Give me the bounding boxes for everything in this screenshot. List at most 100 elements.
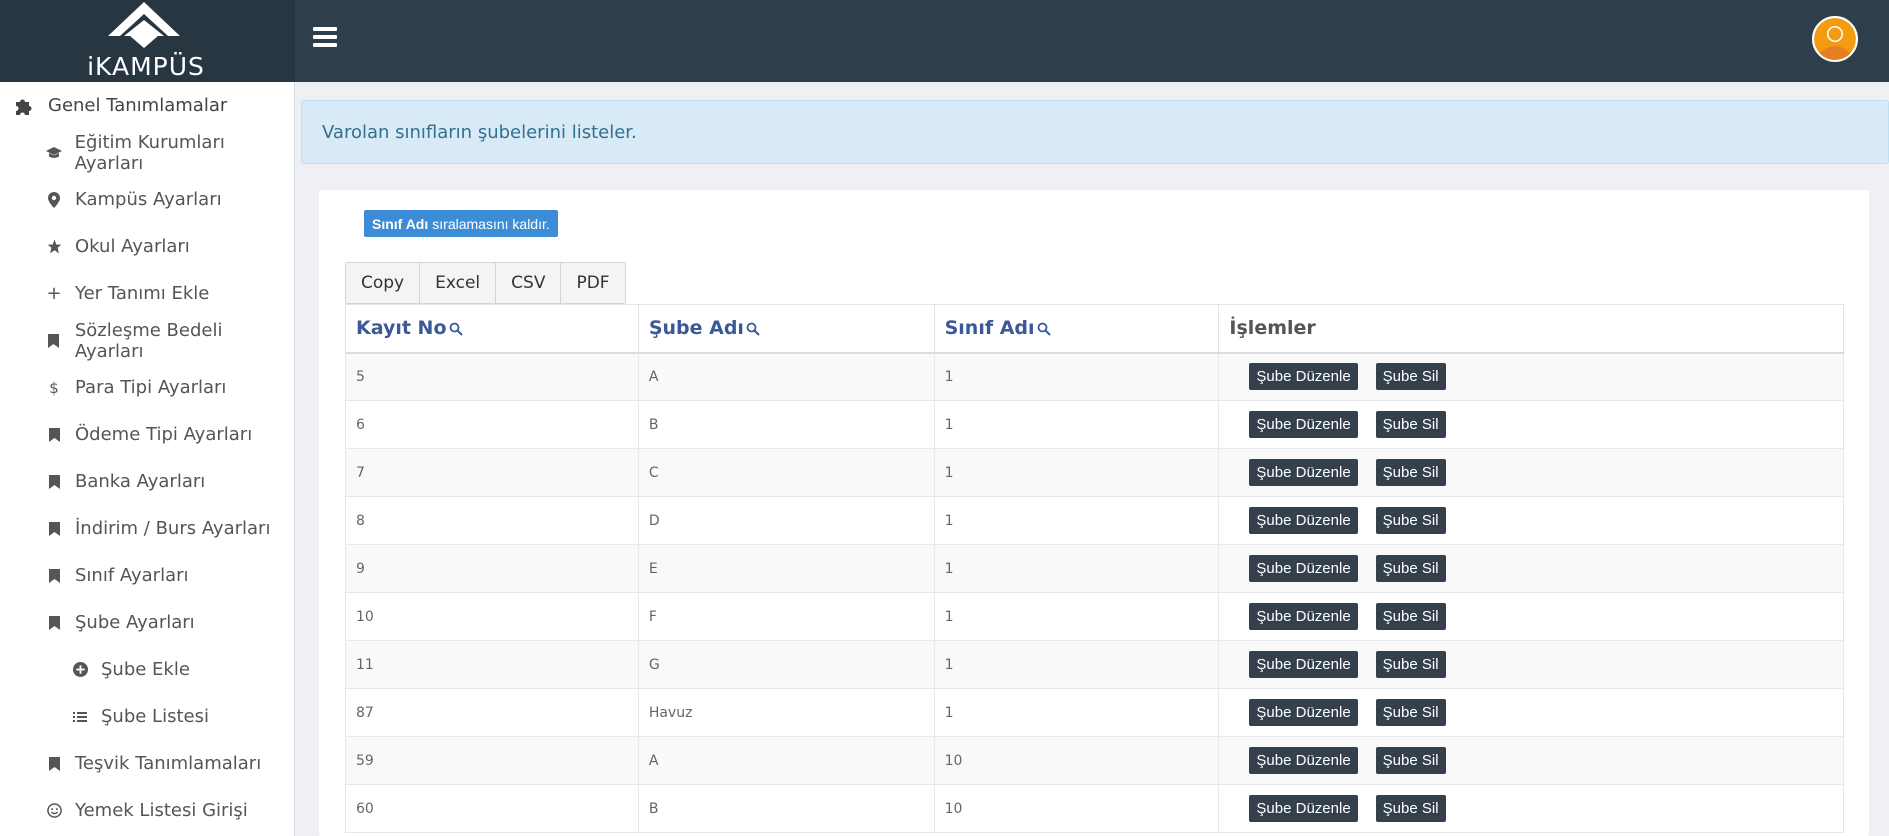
sidebar-item-label: Şube Ekle (101, 659, 190, 680)
dollar-icon: $ (49, 378, 59, 397)
bookmark-icon (45, 332, 63, 350)
bookmark-icon (45, 614, 63, 632)
column-header-kayit-no[interactable]: Kayıt No (345, 304, 639, 354)
sidebar-item-okul[interactable]: Okul Ayarları (0, 223, 295, 270)
cell-sube-adi: B (637, 784, 935, 833)
search-icon[interactable] (1037, 322, 1051, 336)
sidebar-item-sube[interactable]: Şube Ayarları (0, 599, 295, 646)
sidebar-item-tesvik[interactable]: Teşvik Tanımlamaları (0, 740, 295, 787)
menu-toggle-icon[interactable] (313, 27, 337, 49)
table-row: 6 B 1 Şube Düzenle Şube Sil (345, 400, 1844, 449)
edit-sube-button[interactable]: Şube Düzenle (1249, 507, 1358, 534)
logo-icon (108, 2, 180, 48)
user-avatar[interactable] (1812, 16, 1858, 62)
edit-sube-button[interactable]: Şube Düzenle (1249, 651, 1358, 678)
cell-kayit-no: 10 (345, 592, 639, 641)
edit-sube-button[interactable]: Şube Düzenle (1249, 603, 1358, 630)
cell-islemler: Şube Düzenle Şube Sil (1218, 640, 1844, 689)
delete-sube-button[interactable]: Şube Sil (1375, 651, 1446, 678)
puzzle-icon (12, 94, 36, 118)
sidebar-item-egitim-kurumlari[interactable]: Eğitim Kurumları Ayarları (0, 129, 295, 176)
edit-sube-button[interactable]: Şube Düzenle (1249, 699, 1358, 726)
table-row: 60 B 10 Şube Düzenle Şube Sil (345, 784, 1844, 833)
edit-sube-button[interactable]: Şube Düzenle (1249, 795, 1358, 822)
table-row: 11 G 1 Şube Düzenle Şube Sil (345, 640, 1844, 689)
delete-sube-button[interactable]: Şube Sil (1375, 603, 1446, 630)
delete-sube-button[interactable]: Şube Sil (1375, 363, 1446, 391)
edit-sube-button[interactable]: Şube Düzenle (1249, 363, 1358, 391)
edit-sube-button[interactable]: Şube Düzenle (1249, 411, 1358, 438)
sidebar-section-genel-tanimlamalar[interactable]: Genel Tanımlamalar (0, 82, 295, 129)
table-row: 87 Havuz 1 Şube Düzenle Şube Sil (345, 688, 1844, 737)
sidebar-subitem-sube-ekle[interactable]: Şube Ekle (0, 646, 295, 693)
cell-sube-adi: A (637, 736, 935, 785)
csv-button[interactable]: CSV (496, 263, 562, 303)
sidebar-item-label: Şube Listesi (101, 706, 209, 727)
bookmark-icon (45, 567, 63, 585)
delete-sube-button[interactable]: Şube Sil (1375, 555, 1446, 582)
column-header-sinif-adi[interactable]: Sınıf Adı (933, 304, 1220, 354)
copy-button[interactable]: Copy (346, 263, 421, 303)
cell-sinif-adi: 1 (933, 352, 1220, 401)
cell-sinif-adi: 1 (933, 688, 1220, 737)
sidebar-item-kampus[interactable]: Kampüs Ayarları (0, 176, 295, 223)
cell-sinif-adi: 1 (933, 640, 1220, 689)
cell-sube-adi: Havuz (637, 688, 935, 737)
delete-sube-button[interactable]: Şube Sil (1375, 411, 1446, 438)
cell-sube-adi: F (637, 592, 935, 641)
column-header-islemler: İşlemler (1218, 304, 1844, 354)
cell-kayit-no: 5 (345, 352, 639, 401)
table-row: 8 D 1 Şube Düzenle Şube Sil (345, 496, 1844, 545)
cell-kayit-no: 87 (345, 688, 639, 737)
delete-sube-button[interactable]: Şube Sil (1375, 699, 1446, 726)
sidebar-item-label: Ödeme Tipi Ayarları (75, 424, 253, 445)
cell-sinif-adi: 10 (933, 736, 1220, 785)
sidebar-item-label: Teşvik Tanımlamaları (75, 753, 262, 774)
sidebar-item-label: Kampüs Ayarları (75, 189, 222, 210)
edit-sube-button[interactable]: Şube Düzenle (1249, 555, 1358, 582)
pdf-button[interactable]: PDF (561, 263, 625, 303)
edit-sube-button[interactable]: Şube Düzenle (1249, 459, 1358, 486)
export-button-group: Copy Excel CSV PDF (345, 262, 626, 304)
column-header-sube-adi[interactable]: Şube Adı (637, 304, 935, 354)
sidebar-item-indirim-burs[interactable]: İndirim / Burs Ayarları (0, 505, 295, 552)
cell-sube-adi: E (637, 544, 935, 593)
excel-button[interactable]: Excel (420, 263, 497, 303)
table-row: 7 C 1 Şube Düzenle Şube Sil (345, 448, 1844, 497)
column-header-label: Sınıf Adı (944, 317, 1035, 340)
remove-sort-button[interactable]: Sınıf Adı sıralamasını kaldır. (364, 210, 558, 237)
table-row: 9 E 1 Şube Düzenle Şube Sil (345, 544, 1844, 593)
sidebar-item-yemek-listesi[interactable]: Yemek Listesi Girişi (0, 787, 295, 834)
cell-islemler: Şube Düzenle Şube Sil (1218, 496, 1844, 545)
delete-sube-button[interactable]: Şube Sil (1375, 459, 1446, 486)
cell-sinif-adi: 1 (933, 496, 1220, 545)
sidebar-item-sozlesme-bedeli[interactable]: Sözleşme Bedeli Ayarları (0, 317, 295, 364)
delete-sube-button[interactable]: Şube Sil (1375, 795, 1446, 822)
sidebar-item-banka[interactable]: Banka Ayarları (0, 458, 295, 505)
sort-column-name: Sınıf Adı (372, 215, 429, 232)
sidebar-item-para-tipi[interactable]: $ Para Tipi Ayarları (0, 364, 295, 411)
cell-sinif-adi: 1 (933, 448, 1220, 497)
delete-sube-button[interactable]: Şube Sil (1375, 507, 1446, 534)
edit-sube-button[interactable]: Şube Düzenle (1249, 747, 1358, 774)
delete-sube-button[interactable]: Şube Sil (1375, 747, 1446, 774)
sidebar-subitem-sube-listesi[interactable]: Şube Listesi (0, 693, 295, 740)
cell-sube-adi: C (637, 448, 935, 497)
search-icon[interactable] (449, 322, 463, 336)
cell-islemler: Şube Düzenle Şube Sil (1218, 544, 1844, 593)
bookmark-icon (45, 755, 63, 773)
plus-circle-icon (71, 661, 89, 679)
table-row: 5 A 1 Şube Düzenle Şube Sil (345, 352, 1844, 401)
info-text: Varolan sınıfların şubelerini listeler. (322, 121, 637, 143)
table-header-row: Kayıt No Şube Adı Sınıf Adı İşlemler (345, 304, 1844, 354)
cell-kayit-no: 60 (345, 784, 639, 833)
sidebar-item-label: Para Tipi Ayarları (75, 377, 227, 398)
sidebar-item-sinif[interactable]: Sınıf Ayarları (0, 552, 295, 599)
sidebar-item-odeme-tipi[interactable]: Ödeme Tipi Ayarları (0, 411, 295, 458)
logo-area[interactable]: iKAMPÜS (0, 0, 295, 82)
sidebar-item-yer-tanimi[interactable]: + Yer Tanımı Ekle (0, 270, 295, 317)
search-icon[interactable] (746, 322, 760, 336)
cell-sube-adi: D (637, 496, 935, 545)
sidebar-item-label: Yer Tanımı Ekle (75, 283, 210, 304)
cell-islemler: Şube Düzenle Şube Sil (1218, 688, 1844, 737)
